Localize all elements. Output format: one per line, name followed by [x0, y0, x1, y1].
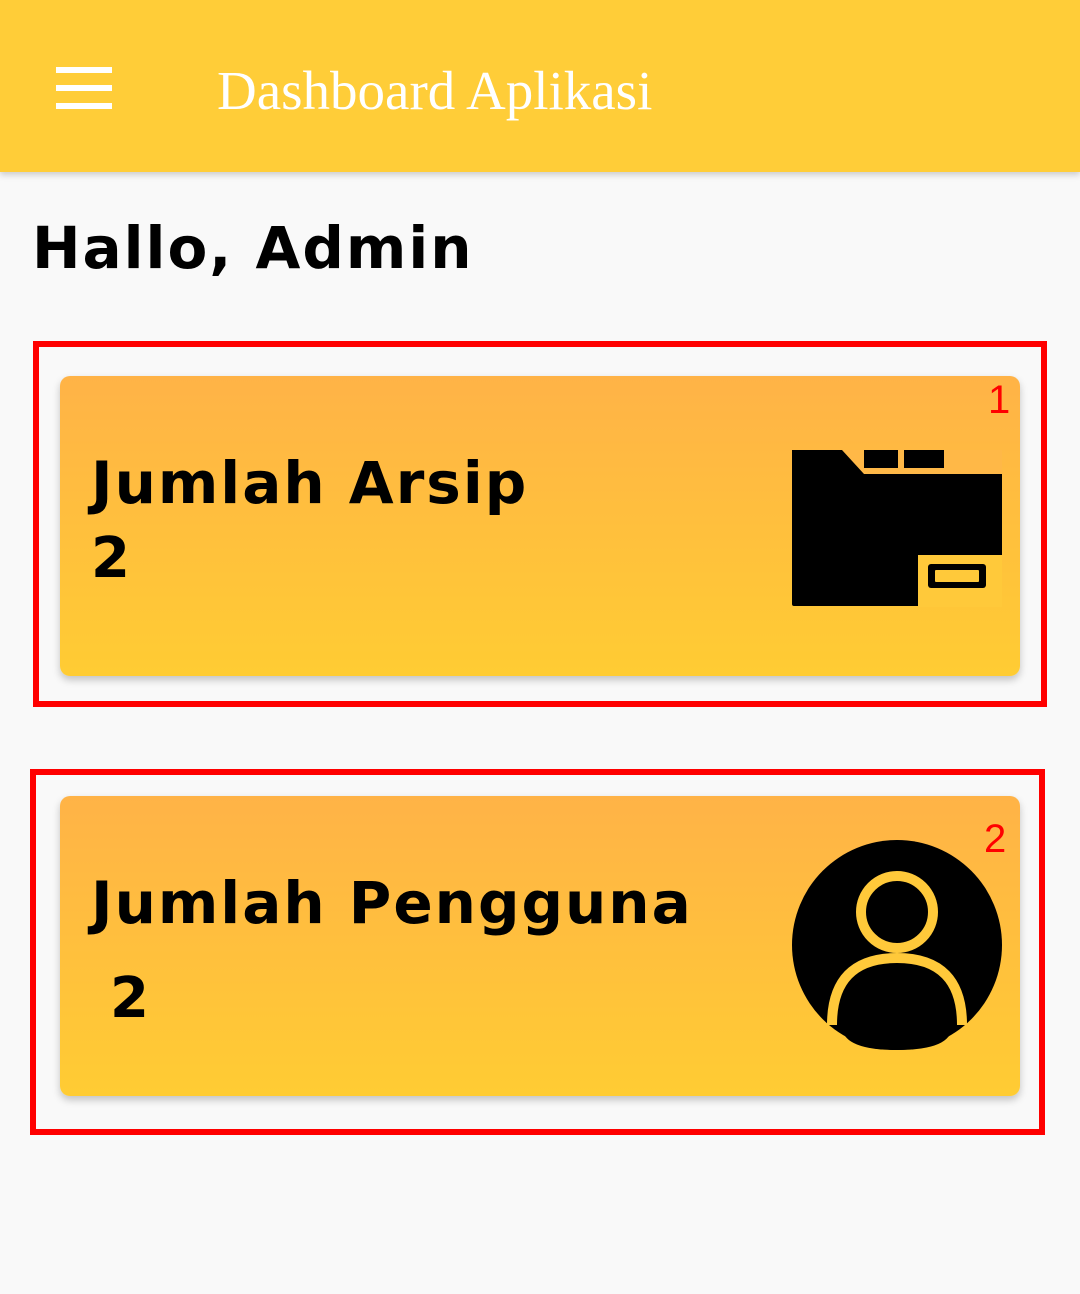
greeting-heading: Hallo, Admin [32, 214, 474, 282]
app-bar: Dashboard Aplikasi [0, 0, 1080, 172]
annotation-marker-2: 2 [984, 817, 1007, 861]
annotation-marker-1: 1 [988, 378, 1011, 422]
highlight-box-1 [33, 341, 1047, 707]
menu-button[interactable] [40, 52, 128, 124]
highlight-box-2 [30, 769, 1045, 1135]
app-title: Dashboard Aplikasi [217, 60, 653, 121]
